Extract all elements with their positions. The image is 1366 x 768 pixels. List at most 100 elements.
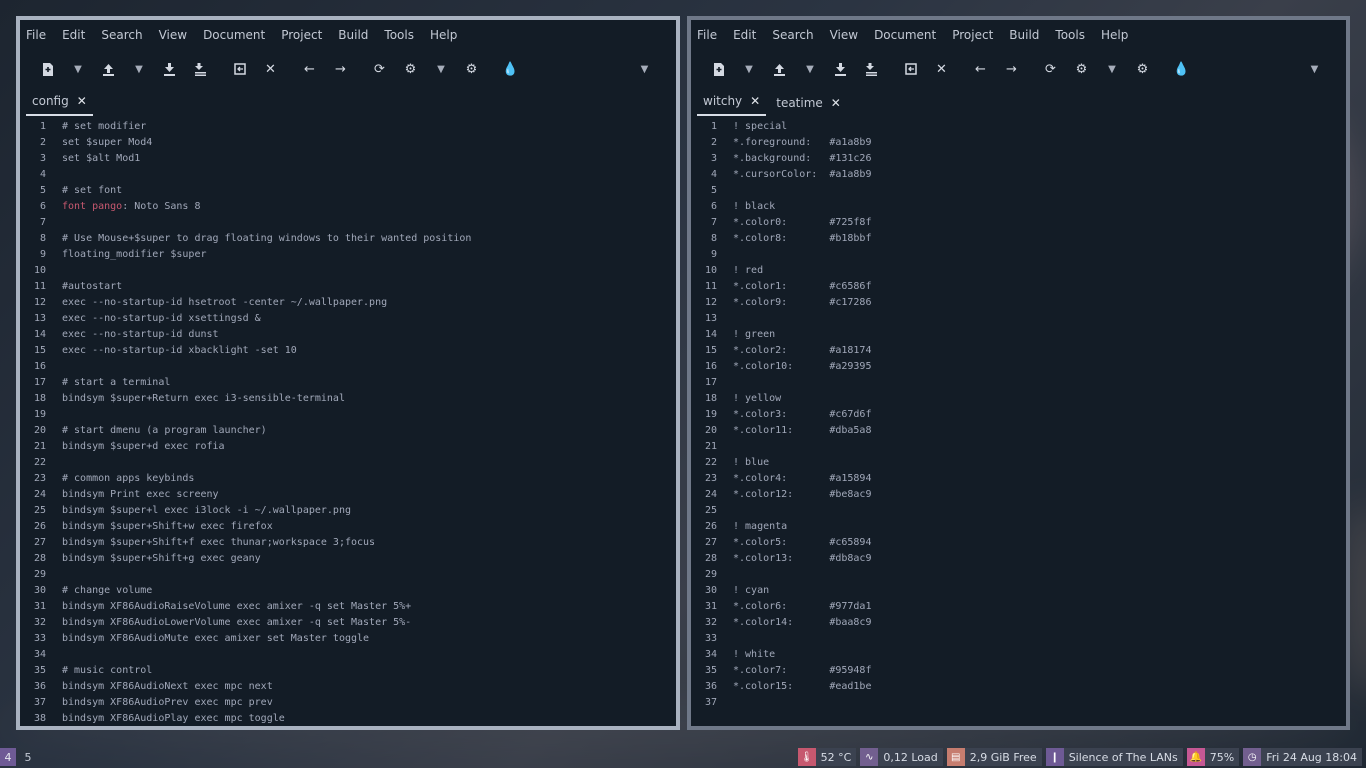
code-line: 30 ! cyan bbox=[691, 582, 1346, 598]
save-icon[interactable] bbox=[154, 57, 185, 81]
menu-build[interactable]: Build bbox=[1009, 28, 1039, 42]
chevron-down-icon[interactable]: ▼ bbox=[734, 57, 764, 81]
menu-edit[interactable]: Edit bbox=[733, 28, 756, 42]
reload-icon[interactable]: ⟳ bbox=[1035, 57, 1066, 81]
code-editor[interactable]: 1 ! special 2 *.foreground: #a1a8b9 3 *.backg… bbox=[691, 116, 1346, 726]
forward-arrow-icon[interactable]: → bbox=[996, 57, 1027, 81]
code-editor[interactable]: 1 # set modifier 2 set $super Mod4 3 set $alt… bbox=[20, 116, 676, 726]
line-text: font pango: Noto Sans 8 bbox=[62, 201, 201, 212]
tab-teatime[interactable]: teatime ✕ bbox=[770, 96, 847, 116]
workspace-button[interactable]: 5 bbox=[20, 748, 36, 766]
revert-icon[interactable] bbox=[224, 57, 255, 81]
code-line: 7 *.color0: #725f8f bbox=[691, 214, 1346, 230]
save-icon[interactable] bbox=[825, 57, 856, 81]
open-file-icon[interactable] bbox=[764, 57, 795, 81]
line-text: *.color5: #c65894 bbox=[733, 537, 871, 548]
line-text: # start dmenu (a program launcher) bbox=[62, 425, 267, 436]
line-text: exec --no-startup-id xbacklight -set 10 bbox=[62, 345, 297, 356]
code-line: 27 bindsym $super+Shift+f exec thunar;wor… bbox=[20, 534, 676, 550]
menu-help[interactable]: Help bbox=[430, 28, 457, 42]
menu-build[interactable]: Build bbox=[338, 28, 368, 42]
back-arrow-icon[interactable]: ← bbox=[294, 57, 325, 81]
close-icon[interactable]: ✕ bbox=[255, 57, 286, 81]
reload-icon[interactable]: ⟳ bbox=[364, 57, 395, 81]
chevron-down-icon[interactable]: ▼ bbox=[1299, 57, 1330, 81]
close-tab-icon[interactable]: ✕ bbox=[750, 94, 760, 108]
code-line: 19 bbox=[20, 406, 676, 422]
code-line: 24 bindsym Print exec screeny bbox=[20, 486, 676, 502]
color-drop-icon[interactable]: 💧 bbox=[1166, 57, 1197, 81]
line-text: exec --no-startup-id hsetroot -center ~/… bbox=[62, 297, 387, 308]
menu-file[interactable]: File bbox=[697, 28, 717, 42]
menu-search[interactable]: Search bbox=[101, 28, 142, 42]
line-text: *.color9: #c17286 bbox=[733, 297, 871, 308]
line-number: 10 bbox=[33, 264, 46, 276]
status-block: 🔔 75% bbox=[1186, 748, 1240, 766]
line-text: bindsym $super+l exec i3lock -i ~/.wallp… bbox=[62, 505, 351, 516]
new-file-icon[interactable] bbox=[703, 57, 734, 81]
menu-search[interactable]: Search bbox=[772, 28, 813, 42]
close-tab-icon[interactable]: ✕ bbox=[77, 94, 87, 108]
line-number: 27 bbox=[33, 536, 46, 548]
color-drop-icon[interactable]: 💧 bbox=[495, 57, 526, 81]
geany-window-right: File Edit Search View Document Project B… bbox=[687, 16, 1350, 730]
text-token: *.color8: #b18bbf bbox=[733, 232, 872, 244]
menu-help[interactable]: Help bbox=[1101, 28, 1128, 42]
menu-file[interactable]: File bbox=[26, 28, 46, 42]
save-all-icon[interactable] bbox=[185, 57, 216, 81]
code-line: 5 # set font bbox=[20, 182, 676, 198]
line-number: 25 bbox=[704, 504, 717, 516]
back-arrow-icon[interactable]: ← bbox=[965, 57, 996, 81]
code-line: 11 *.color1: #c6586f bbox=[691, 278, 1346, 294]
chevron-down-icon[interactable]: ▼ bbox=[63, 57, 93, 81]
close-icon[interactable]: ✕ bbox=[926, 57, 957, 81]
chevron-down-icon[interactable]: ▼ bbox=[629, 57, 660, 81]
open-file-icon[interactable] bbox=[93, 57, 124, 81]
text-token: *.foreground: #a1a8b9 bbox=[733, 136, 872, 148]
code-line: 10 bbox=[20, 262, 676, 278]
menu-edit[interactable]: Edit bbox=[62, 28, 85, 42]
menu-tools[interactable]: Tools bbox=[384, 28, 414, 42]
menu-document[interactable]: Document bbox=[874, 28, 936, 42]
line-number: 32 bbox=[33, 616, 46, 628]
menu-view[interactable]: View bbox=[830, 28, 858, 42]
text-token: *.color13: #db8ac9 bbox=[733, 552, 872, 564]
revert-icon[interactable] bbox=[895, 57, 926, 81]
menu-project[interactable]: Project bbox=[952, 28, 993, 42]
workspace-button[interactable]: 4 bbox=[0, 748, 16, 766]
build-gears-icon[interactable]: ⚙ bbox=[1127, 57, 1158, 81]
line-text: ! cyan bbox=[733, 585, 769, 596]
text-token: exec --no-startup-id xsettingsd & bbox=[62, 312, 261, 324]
code-line: 15 exec --no-startup-id xbacklight -set 1… bbox=[20, 342, 676, 358]
line-number: 37 bbox=[33, 696, 46, 708]
menu-document[interactable]: Document bbox=[203, 28, 265, 42]
line-number: 24 bbox=[704, 488, 717, 500]
chevron-down-icon[interactable]: ▼ bbox=[795, 57, 825, 81]
forward-arrow-icon[interactable]: → bbox=[325, 57, 356, 81]
gear-icon[interactable]: ⚙ bbox=[1066, 57, 1097, 81]
chevron-down-icon[interactable]: ▼ bbox=[1097, 57, 1127, 81]
tab-witchy[interactable]: witchy ✕ bbox=[697, 94, 767, 116]
menu-project[interactable]: Project bbox=[281, 28, 322, 42]
close-tab-icon[interactable]: ✕ bbox=[831, 96, 841, 110]
menu-view[interactable]: View bbox=[159, 28, 187, 42]
line-number: 12 bbox=[33, 296, 46, 308]
chevron-down-icon[interactable]: ▼ bbox=[124, 57, 154, 81]
gear-icon[interactable]: ⚙ bbox=[395, 57, 426, 81]
new-file-icon[interactable] bbox=[32, 57, 63, 81]
line-number: 20 bbox=[704, 424, 717, 436]
chevron-down-icon[interactable]: ▼ bbox=[426, 57, 456, 81]
menu-tools[interactable]: Tools bbox=[1055, 28, 1085, 42]
line-text: # common apps keybinds bbox=[62, 473, 194, 484]
line-text: bindsym $super+Shift+w exec firefox bbox=[62, 521, 273, 532]
line-number: 16 bbox=[704, 360, 717, 372]
tab-config[interactable]: config ✕ bbox=[26, 94, 93, 116]
line-text: *.color1: #c6586f bbox=[733, 281, 871, 292]
line-number: 31 bbox=[704, 600, 717, 612]
save-all-icon[interactable] bbox=[856, 57, 887, 81]
line-number: 30 bbox=[704, 584, 717, 596]
build-gears-icon[interactable]: ⚙ bbox=[456, 57, 487, 81]
text-token: # start dmenu (a program launcher) bbox=[62, 424, 267, 436]
code-line: 37 bindsym XF86AudioPrev exec mpc prev bbox=[20, 694, 676, 710]
line-number: 2 bbox=[710, 136, 717, 148]
